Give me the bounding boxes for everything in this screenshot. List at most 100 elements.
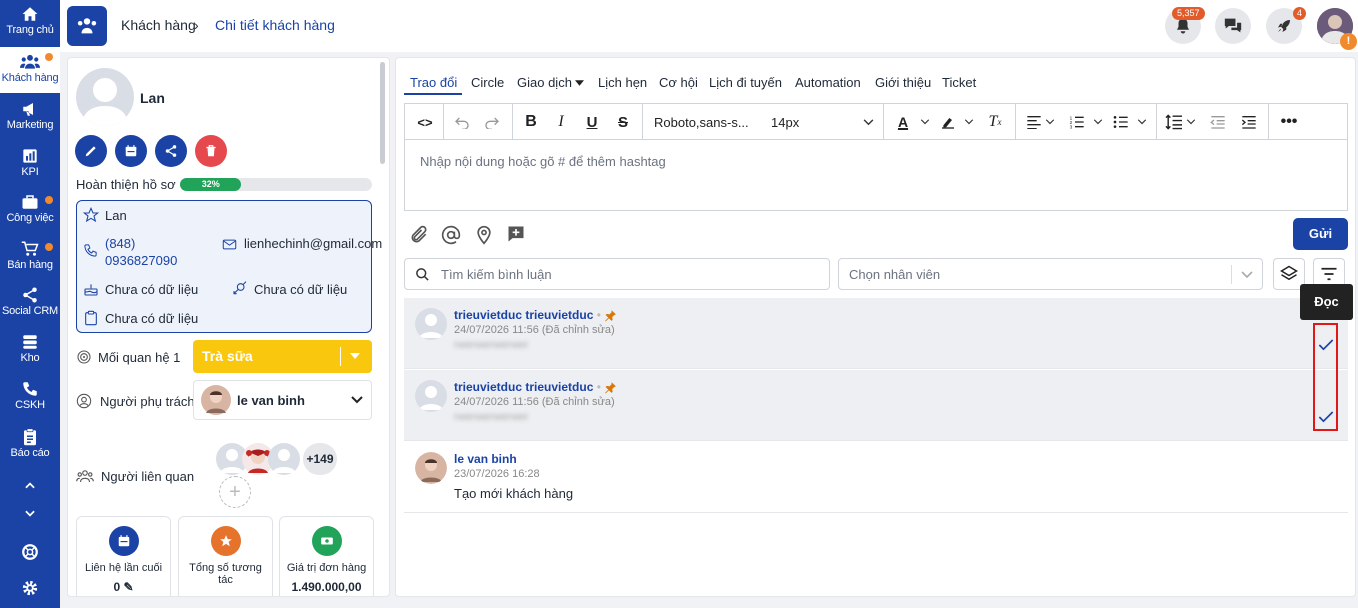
notification-dot [45, 196, 53, 204]
card-phone-row[interactable]: (848) 0936827090 [83, 235, 195, 269]
module-icon-button[interactable] [67, 6, 107, 46]
comment-item: trieuvietduc trieuvietduc • 24/07/2026 1… [404, 298, 1348, 369]
edit-button[interactable] [75, 135, 107, 167]
sidebar-item-cskh[interactable]: CSKH [0, 379, 60, 421]
sidebar-item-tasks[interactable]: Công việc [0, 190, 60, 234]
align-left-icon[interactable] [1024, 112, 1044, 132]
sidebar-item-marketing[interactable]: Marketing [0, 99, 60, 141]
undo-icon[interactable] [452, 112, 472, 132]
highlight-icon[interactable] [938, 112, 958, 132]
sidebar-item-reports[interactable]: Báo cáo [0, 427, 60, 469]
comment-search-input[interactable]: Tìm kiếm bình luận [404, 258, 830, 290]
tab-gioi-thieu[interactable]: Giới thiệu [875, 75, 931, 90]
chevron-down-icon[interactable] [964, 112, 974, 132]
card-phone[interactable]: (848) 0936827090 [105, 235, 195, 269]
bold-icon[interactable]: B [521, 112, 541, 132]
staff-select[interactable]: Chọn nhân viên [838, 258, 1263, 290]
layers-icon [1280, 265, 1298, 281]
sidebar-support[interactable] [0, 542, 60, 564]
italic-icon[interactable]: I [551, 112, 571, 132]
font-size-select[interactable]: 14px [771, 112, 801, 132]
sidebar-settings[interactable] [0, 578, 60, 600]
pin-icon[interactable] [604, 309, 617, 322]
user-circle-icon [76, 393, 92, 409]
stat-label: Tổng số tương tác [189, 562, 262, 586]
tab-automation[interactable]: Automation [795, 75, 861, 90]
lifebuoy-icon [20, 542, 40, 562]
tab-trao-doi[interactable]: Trao đổi [410, 75, 457, 90]
chevron-down-icon[interactable] [920, 112, 930, 132]
comment-item: le van binh 23/07/2026 16:28 Tạo mới khá… [404, 442, 1348, 513]
relationship-select[interactable]: Trà sữa [193, 340, 372, 373]
sidebar-item-label: Báo cáo [10, 447, 50, 459]
strikethrough-icon[interactable]: S [613, 112, 633, 132]
chevron-down-icon[interactable] [1137, 112, 1147, 132]
chevron-up-icon [20, 476, 40, 496]
sidebar-item-customers[interactable]: Khách hàng [0, 47, 60, 93]
card-email[interactable]: lienhechinh@gmail.com [244, 235, 384, 252]
paperclip-icon[interactable] [409, 225, 429, 245]
comment-time: 24/07/2026 11:56 (Đã chỉnh sửa) [454, 396, 615, 408]
card-email-row[interactable]: lienhechinh@gmail.com [222, 235, 384, 253]
tab-circle[interactable]: Circle [471, 75, 504, 90]
text-color-icon[interactable]: A [893, 112, 913, 132]
sidebar-item-warehouse[interactable]: Kho [0, 332, 60, 374]
sidebar-item-kpi[interactable]: KPI [0, 146, 60, 188]
line-height-icon[interactable] [1164, 112, 1184, 132]
sidebar-scroll-down[interactable] [0, 503, 60, 523]
tab-lich-di-tuyen[interactable]: Lịch đi tuyến [709, 75, 782, 90]
comment-text: Tạo mới khách hàng [454, 486, 574, 501]
related-row: Người liên quan [76, 468, 194, 484]
sidebar: Trang chủ Khách hàng Marketing KPI Công … [0, 0, 60, 608]
sidebar-item-sales[interactable]: Bán hàng [0, 237, 60, 281]
mention-icon[interactable] [441, 225, 461, 245]
underline-icon[interactable]: U [582, 112, 602, 132]
tab-co-hoi[interactable]: Cơ hội [659, 75, 698, 90]
relationship-value: Trà sữa [202, 348, 253, 364]
ordered-list-icon[interactable]: 123 [1067, 112, 1087, 132]
phone-icon [83, 243, 99, 259]
more-options-icon[interactable]: ••• [1278, 112, 1300, 132]
breadcrumb-parent[interactable]: Khách hàng [121, 17, 196, 33]
owner-label: Người phụ trách [100, 393, 195, 409]
caret-down-icon [350, 353, 360, 359]
bullet-list-icon[interactable] [1111, 112, 1131, 132]
indent-icon[interactable] [1239, 112, 1259, 132]
outdent-icon[interactable] [1208, 112, 1228, 132]
comment-author[interactable]: trieuvietduc trieuvietduc • [454, 380, 617, 394]
send-button[interactable]: Gửi [1293, 218, 1348, 250]
location-icon[interactable] [474, 225, 494, 245]
comment-author[interactable]: le van binh [454, 452, 517, 466]
toolbar-divider [642, 104, 643, 139]
font-family-select[interactable]: Roboto,sans-s... [654, 112, 750, 132]
calendar-button[interactable] [115, 135, 147, 167]
sidebar-item-home[interactable]: Trang chủ [0, 4, 60, 46]
delete-button[interactable] [195, 135, 227, 167]
add-related-button[interactable]: + [219, 476, 251, 508]
tab-ticket[interactable]: Ticket [942, 75, 976, 90]
code-view-icon[interactable]: <> [415, 112, 435, 132]
chevron-down-icon[interactable] [862, 112, 874, 132]
sidebar-scroll-up[interactable] [0, 476, 60, 496]
comment-avatar [415, 380, 447, 412]
share-button[interactable] [155, 135, 187, 167]
chevron-down-icon[interactable] [1045, 112, 1055, 132]
calendar-icon [108, 526, 139, 556]
editor-placeholder[interactable]: Nhập nội dung hoặc gõ # để thêm hashtag [420, 154, 666, 169]
pin-icon[interactable] [604, 381, 617, 394]
chevron-down-icon[interactable] [1093, 112, 1103, 132]
chat-button[interactable] [1215, 8, 1251, 44]
owner-select[interactable]: le van binh [193, 380, 372, 420]
add-comment-icon[interactable] [506, 224, 526, 244]
left-panel-scrollbar[interactable] [380, 62, 385, 164]
comment-author[interactable]: trieuvietduc trieuvietduc • [454, 308, 617, 322]
tab-lich-hen[interactable]: Lịch hẹn [598, 75, 647, 90]
clear-format-icon[interactable]: Tx [985, 112, 1005, 132]
sidebar-item-social-crm[interactable]: Social CRM [0, 285, 60, 327]
users-icon [77, 18, 97, 34]
chevron-down-icon[interactable] [1186, 112, 1196, 132]
related-more-count[interactable]: +149 [303, 443, 337, 475]
redo-icon[interactable] [482, 112, 502, 132]
tab-giao-dich[interactable]: Giao dịch [517, 75, 572, 90]
related-avatar[interactable] [268, 443, 300, 475]
